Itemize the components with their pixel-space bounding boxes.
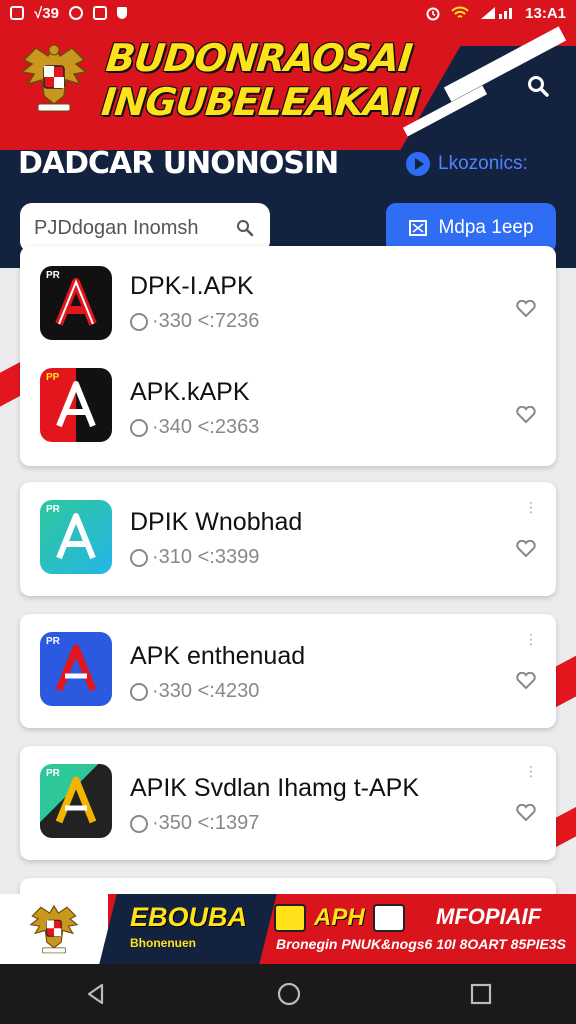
sync-icon [68, 6, 83, 20]
app-card[interactable]: PR APK enthenuad ·330 <:4230 ⋮ [20, 614, 556, 728]
app-meta-text: ·350 <:1397 [152, 812, 260, 834]
header-title: BUDONRAOSAI INGUBELEAKAII [99, 36, 448, 124]
app-icon: PR [40, 632, 112, 706]
header-link-label: Lkozonics: [438, 153, 528, 174]
list-item[interactable]: PP APK.kAPK ·340 <:2363 [20, 358, 556, 458]
more-icon[interactable]: ⋮ [524, 632, 538, 646]
heart-icon[interactable] [516, 300, 536, 318]
apk-logo-icon [55, 776, 97, 824]
banner-segment-text: APH [314, 904, 365, 931]
home-icon[interactable] [276, 981, 302, 1007]
status-left-text: √39 [34, 4, 59, 22]
search-icon [237, 220, 254, 237]
app-name: APIK Svdlan Ihamg t-APK [130, 774, 420, 802]
heart-icon[interactable] [516, 672, 536, 690]
app-name: DPK-I.APK [130, 272, 254, 300]
header-link[interactable]: Lkozonics: [404, 150, 528, 178]
back-icon[interactable] [84, 982, 108, 1006]
section-subtitle: DADCAR UNONOSIN [18, 146, 339, 181]
status-bar: √39 13:A1 [0, 0, 576, 26]
shield-icon [116, 7, 127, 19]
download-count-icon [130, 312, 148, 331]
app-card[interactable]: PR APIK Svdlan Ihamg t-APK ·350 <:1397 ⋮ [20, 746, 556, 860]
more-icon[interactable]: ⋮ [524, 764, 538, 778]
header-search-button[interactable] [518, 66, 558, 106]
header-title-line2: INGUBELEAKAII [99, 80, 421, 124]
list-item[interactable]: PR DPIK Wnobhad ·310 <:3399 ⋮ [20, 482, 556, 582]
action-button-label: Mdpa 1eep [438, 217, 534, 238]
signal-icon [481, 7, 513, 19]
heart-icon[interactable] [516, 406, 536, 424]
heart-icon[interactable] [516, 804, 536, 822]
app-meta: ·330 <:4230 [130, 680, 259, 703]
apk-logo-icon [55, 644, 97, 692]
heart-icon[interactable] [516, 540, 536, 558]
box-icon [409, 220, 428, 236]
download-count-icon [130, 418, 148, 437]
status-time: 13:A1 [525, 4, 566, 22]
notification-icon [10, 6, 24, 20]
banner-segment-right: MFOPIAIF [436, 904, 542, 929]
apk-logo-icon [56, 513, 96, 560]
app-card[interactable]: PR DPIK Wnobhad ·310 <:3399 ⋮ [20, 482, 556, 596]
list-item[interactable]: PR DPK-I.APK ·330 <:7236 [20, 258, 556, 358]
banner-strip: Bronegin PNUK&nogs6 10I 8OART 85PIE3S [276, 936, 566, 952]
search-placeholder: PJDdogan Inomsh [34, 216, 199, 239]
download-count-icon [130, 814, 148, 833]
wifi-icon [451, 6, 469, 18]
more-icon[interactable]: ⋮ [524, 500, 538, 514]
banner-subtitle: Bhonenuen [130, 936, 196, 950]
garuda-emblem-logo [29, 904, 79, 954]
app-meta: ·310 <:3399 [130, 546, 259, 569]
recents-icon[interactable] [470, 983, 492, 1005]
app-icon: PR [40, 500, 112, 574]
promo-banner[interactable]: EBOUBA Bhonenuen APH MFOPIAIF Bronegin P… [0, 894, 576, 964]
app-meta-text: ·330 <:7236 [152, 310, 260, 332]
apk-logo-icon [55, 278, 97, 326]
app-icon: PR [40, 266, 112, 340]
list-item[interactable]: PR APIK Svdlan Ihamg t-APK ·350 <:1397 ⋮ [20, 746, 556, 846]
app-name: APK enthenuad [130, 642, 306, 670]
app-meta: ·330 <:7236 [130, 310, 259, 333]
app-meta: ·340 <:2363 [130, 416, 259, 439]
banner-title: EBOUBA [130, 902, 248, 932]
banner-segment: APH [274, 904, 405, 932]
flag-icon [372, 904, 405, 932]
gallery-icon [92, 6, 107, 20]
play-circle-icon [406, 152, 430, 176]
app-meta-text: ·330 <:4230 [152, 680, 260, 702]
garuda-emblem-logo [20, 44, 88, 112]
app-icon: PR [40, 764, 112, 838]
list-item[interactable]: PR APK enthenuad ·330 <:4230 ⋮ [20, 614, 556, 714]
alarm-icon [426, 7, 440, 21]
download-count-icon [130, 548, 148, 567]
app-meta-text: ·340 <:2363 [152, 416, 260, 438]
apk-box-icon [274, 904, 306, 932]
app-name: DPIK Wnobhad [130, 508, 303, 536]
app-meta-text: ·310 <:3399 [152, 546, 260, 568]
app-header: BUDONRAOSAI INGUBELEAKAII DADCAR UNONOSI… [0, 26, 576, 268]
app-card: PR DPK-I.APK ·330 <:7236 PP APK.kAPK ·34… [20, 246, 556, 466]
app-icon: PP [40, 368, 112, 442]
system-nav-bar [0, 964, 576, 1024]
app-name: APK.kAPK [130, 378, 250, 406]
app-meta: ·350 <:1397 [130, 812, 259, 835]
header-title-line1: BUDONRAOSAI [104, 36, 414, 80]
apk-logo-icon [56, 381, 96, 428]
magnifier-icon [528, 76, 549, 97]
download-count-icon [130, 682, 148, 701]
